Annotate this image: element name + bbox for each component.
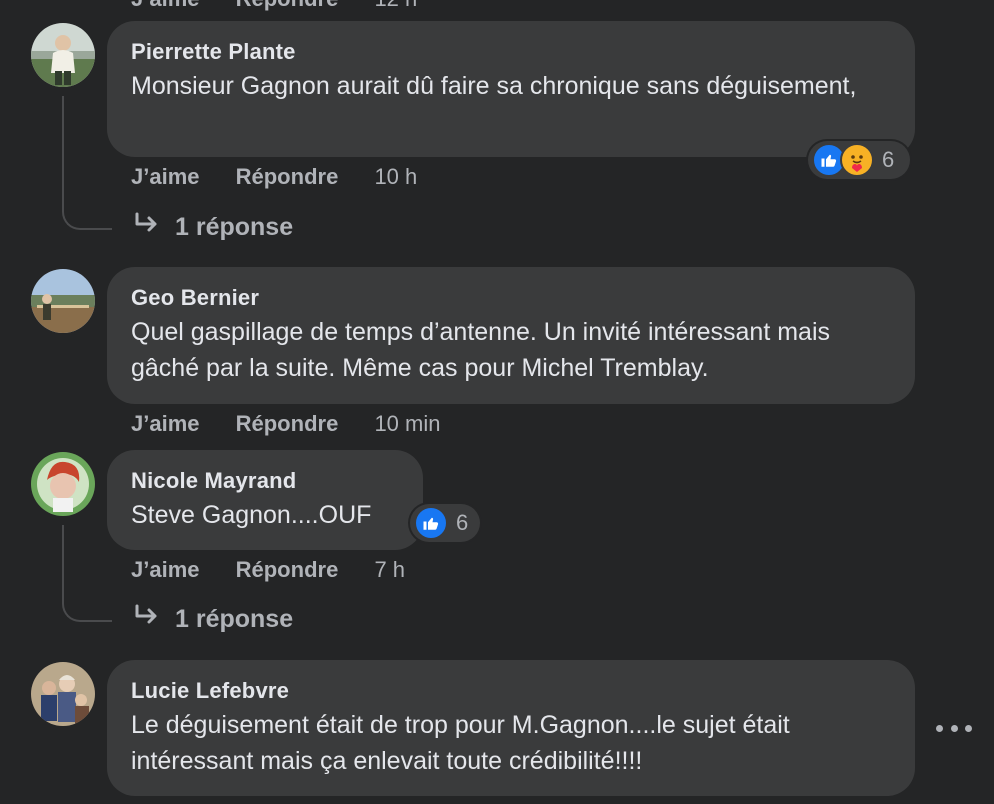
comment-text: Steve Gagnon....OUF bbox=[131, 501, 372, 529]
comment-time[interactable]: 7 h bbox=[374, 555, 405, 585]
like-action[interactable]: J’aime bbox=[131, 555, 200, 585]
comment-bubble: Pierrette Plante Monsieur Gagnon aurait … bbox=[107, 21, 915, 157]
comment-time[interactable]: 12 h bbox=[374, 0, 417, 11]
replies-count-label: 1 réponse bbox=[175, 605, 294, 633]
comment-bubble: Nicole Mayrand Steve Gagnon....OUF bbox=[107, 450, 423, 550]
like-action[interactable]: J’aime bbox=[131, 0, 200, 11]
comment-text: Monsieur Gagnon aurait dû faire sa chron… bbox=[131, 72, 857, 100]
thread-connector bbox=[62, 96, 112, 230]
reply-action[interactable]: Répondre bbox=[236, 409, 339, 439]
thread-connector bbox=[62, 525, 112, 622]
avatar[interactable] bbox=[31, 23, 95, 87]
comment-actions: J’aime Répondre 10 h bbox=[131, 162, 417, 192]
reaction-count: 6 bbox=[456, 510, 469, 535]
view-replies-link[interactable]: 1 réponse bbox=[133, 603, 293, 635]
reply-action[interactable]: Répondre bbox=[236, 0, 339, 11]
more-options-icon[interactable] bbox=[936, 716, 972, 740]
comment-bubble: Geo Bernier Quel gaspillage de temps d’a… bbox=[107, 267, 915, 404]
replies-count-label: 1 réponse bbox=[175, 213, 294, 241]
reply-arrow-icon bbox=[133, 603, 161, 635]
comment-actions: J’aime Répondre 7 h bbox=[131, 555, 405, 585]
reaction-count: 6 bbox=[882, 147, 895, 172]
care-reaction-icon bbox=[840, 143, 874, 177]
reply-action[interactable]: Répondre bbox=[236, 162, 339, 192]
comment-author[interactable]: Geo Bernier bbox=[131, 284, 891, 312]
like-action[interactable]: J’aime bbox=[131, 162, 200, 192]
comment-bubble: Lucie Lefebvre Le déguisement était de t… bbox=[107, 660, 915, 796]
reaction-summary[interactable]: 6 bbox=[410, 504, 480, 542]
like-action[interactable]: J’aime bbox=[131, 409, 200, 439]
reply-action[interactable]: Répondre bbox=[236, 555, 339, 585]
comment-time[interactable]: 10 h bbox=[374, 162, 417, 192]
like-reaction-icon bbox=[414, 506, 448, 540]
reply-arrow-icon bbox=[133, 211, 161, 243]
avatar[interactable] bbox=[31, 452, 95, 516]
view-replies-link[interactable]: 1 réponse bbox=[133, 211, 293, 243]
comment-text: Le déguisement était de trop pour M.Gagn… bbox=[131, 711, 790, 775]
comment-actions: J’aime Répondre 10 min bbox=[131, 409, 440, 439]
comment-author[interactable]: Nicole Mayrand bbox=[131, 467, 399, 495]
avatar[interactable] bbox=[31, 269, 95, 333]
reaction-summary[interactable]: 6 bbox=[808, 141, 910, 179]
comment-text: Quel gaspillage de temps d’antenne. Un i… bbox=[131, 318, 831, 382]
previous-comment-actions: J’aime Répondre 12 h bbox=[131, 0, 417, 12]
comment-time[interactable]: 10 min bbox=[374, 409, 440, 439]
comment-author[interactable]: Pierrette Plante bbox=[131, 38, 891, 66]
comment-author[interactable]: Lucie Lefebvre bbox=[131, 677, 891, 705]
avatar[interactable] bbox=[31, 662, 95, 726]
